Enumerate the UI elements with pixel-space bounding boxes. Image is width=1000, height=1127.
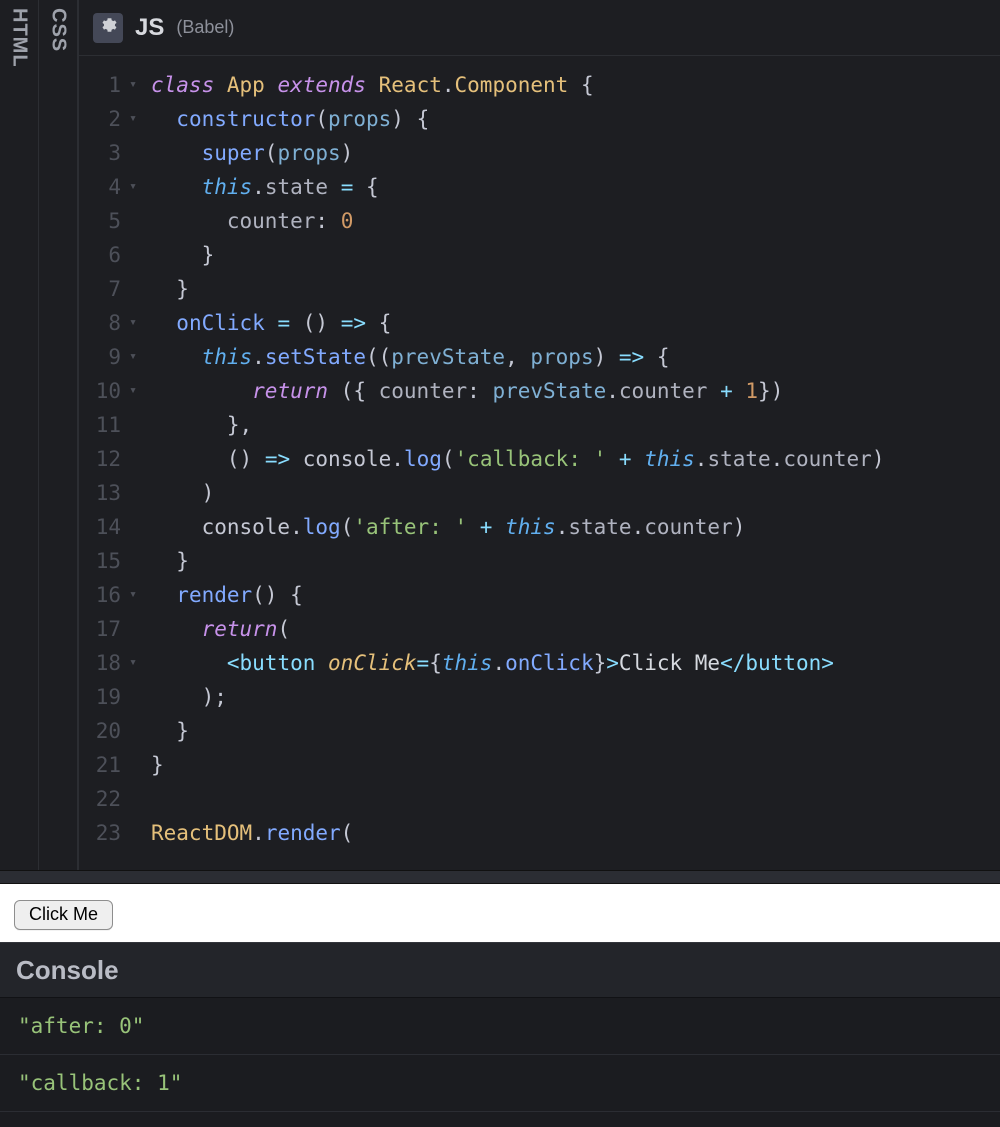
code-line: ReactDOM.render( xyxy=(151,816,1000,850)
line-number: 19 xyxy=(79,680,139,714)
code-line: } xyxy=(151,272,1000,306)
tab-css-label: CSS xyxy=(47,0,70,52)
line-number: 18 xyxy=(79,646,139,680)
code-line: render() { xyxy=(151,578,1000,612)
line-number: 7 xyxy=(79,272,139,306)
line-number: 22 xyxy=(79,782,139,816)
code-line: this.state = { xyxy=(151,170,1000,204)
code-line: } xyxy=(151,544,1000,578)
editor-title: JS xyxy=(135,14,164,42)
line-number: 17 xyxy=(79,612,139,646)
code-line: return ({ counter: prevState.counter + 1… xyxy=(151,374,1000,408)
editor-settings-button[interactable] xyxy=(93,13,123,43)
code-line: console.log('after: ' + this.state.count… xyxy=(151,510,1000,544)
code-editor[interactable]: 1234567891011121314151617181920212223 cl… xyxy=(79,56,1000,870)
line-number: 3 xyxy=(79,136,139,170)
line-number: 1 xyxy=(79,68,139,102)
code-line: return( xyxy=(151,612,1000,646)
editor-header: JS (Babel) xyxy=(79,0,1000,56)
line-number: 2 xyxy=(79,102,139,136)
line-number: 6 xyxy=(79,238,139,272)
line-number: 11 xyxy=(79,408,139,442)
line-number: 12 xyxy=(79,442,139,476)
line-number: 13 xyxy=(79,476,139,510)
console-header[interactable]: Console xyxy=(0,942,1000,998)
splitter[interactable] xyxy=(0,870,1000,884)
line-number: 23 xyxy=(79,816,139,850)
line-number: 8 xyxy=(79,306,139,340)
editor-subtitle: (Babel) xyxy=(176,17,234,38)
line-number: 14 xyxy=(79,510,139,544)
code-line: super(props) xyxy=(151,136,1000,170)
click-me-button[interactable]: Click Me xyxy=(14,900,113,930)
code-line: } xyxy=(151,238,1000,272)
code-line xyxy=(151,782,1000,816)
code-line: this.setState((prevState, props) => { xyxy=(151,340,1000,374)
console-body[interactable]: "after: 0""callback: 1" xyxy=(0,998,1000,1127)
console-line: "after: 0" xyxy=(0,998,1000,1055)
code-line: counter: 0 xyxy=(151,204,1000,238)
code-line: <button onClick={this.onClick}>Click Me<… xyxy=(151,646,1000,680)
tab-css[interactable]: CSS xyxy=(39,0,78,870)
line-number: 16 xyxy=(79,578,139,612)
gear-icon xyxy=(99,16,117,39)
code-line: onClick = () => { xyxy=(151,306,1000,340)
preview-pane: Click Me xyxy=(0,888,1000,942)
tab-html[interactable]: HTML xyxy=(0,0,39,870)
tab-html-label: HTML xyxy=(8,0,31,68)
line-number: 10 xyxy=(79,374,139,408)
line-number: 15 xyxy=(79,544,139,578)
line-number: 20 xyxy=(79,714,139,748)
code-line: } xyxy=(151,714,1000,748)
console-title: Console xyxy=(16,955,119,986)
console-line: "callback: 1" xyxy=(0,1055,1000,1112)
code-line: }, xyxy=(151,408,1000,442)
line-number: 5 xyxy=(79,204,139,238)
code-line: () => console.log('callback: ' + this.st… xyxy=(151,442,1000,476)
code-line: } xyxy=(151,748,1000,782)
code-line: ); xyxy=(151,680,1000,714)
code-line: class App extends React.Component { xyxy=(151,68,1000,102)
code-line: ) xyxy=(151,476,1000,510)
panel-tabs: HTML CSS xyxy=(0,0,79,870)
line-number: 9 xyxy=(79,340,139,374)
line-number: 21 xyxy=(79,748,139,782)
line-number-gutter: 1234567891011121314151617181920212223 xyxy=(79,56,147,870)
code-line: constructor(props) { xyxy=(151,102,1000,136)
code-content[interactable]: class App extends React.Component { cons… xyxy=(147,56,1000,870)
line-number: 4 xyxy=(79,170,139,204)
